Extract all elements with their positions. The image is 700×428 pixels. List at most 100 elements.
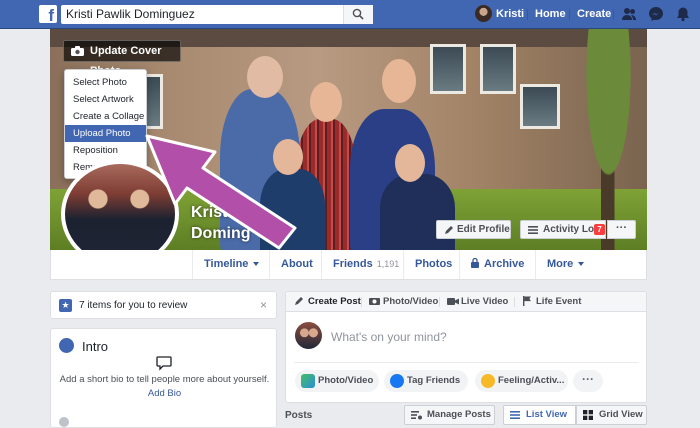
cover-person-head <box>310 82 342 122</box>
camera-icon <box>369 298 380 305</box>
menu-item-select-artwork[interactable]: Select Artwork <box>65 91 146 108</box>
tab-archive-label: Archive <box>484 258 525 270</box>
globe-icon <box>59 338 74 353</box>
user-name-link[interactable]: Kristi <box>496 8 524 20</box>
cover-window <box>430 44 466 94</box>
list-view-icon <box>510 411 520 419</box>
cover-window <box>480 44 516 94</box>
activity-log-badge: 7 <box>594 224 605 235</box>
photo-icon <box>301 374 315 388</box>
composer-avatar <box>295 322 322 349</box>
camera-icon <box>71 46 84 56</box>
manage-posts-label: Manage Posts <box>427 409 491 420</box>
cover-person-head <box>395 144 425 182</box>
tab-about-label: About <box>281 258 313 270</box>
search-icon <box>352 8 364 20</box>
close-icon[interactable]: × <box>260 298 267 312</box>
tag-friends-button[interactable]: Tag Friends <box>384 370 468 392</box>
menu-item-create-collage[interactable]: Create a Collage <box>65 108 146 125</box>
create-link[interactable]: Create <box>577 8 611 20</box>
search-button[interactable] <box>343 5 373 24</box>
smiley-icon <box>481 374 495 388</box>
chevron-down-icon <box>253 262 260 267</box>
life-event-label: Life Event <box>536 296 582 307</box>
divider <box>361 297 362 307</box>
activity-log-button[interactable]: Activity Log 7 <box>520 220 606 239</box>
composer-input[interactable]: What's on your mind? <box>331 330 447 344</box>
pencil-icon <box>445 226 453 234</box>
activity-log-label: Activity Log <box>543 224 601 235</box>
divider <box>514 297 515 307</box>
posts-heading: Posts <box>285 410 313 421</box>
menu-item-reposition[interactable]: Reposition <box>65 142 146 159</box>
tab-friends[interactable]: Friends 1,191 <box>321 250 410 279</box>
composer-more-button[interactable]: ··· <box>573 370 603 392</box>
tab-timeline-label: Timeline <box>204 258 249 270</box>
composer-tab-create-post[interactable]: Create Post <box>294 296 361 307</box>
add-bio-link[interactable]: Add Bio <box>51 388 278 399</box>
menu-item-upload-photo[interactable]: Upload Photo <box>65 125 146 142</box>
star-icon: ★ <box>59 299 72 312</box>
tab-more[interactable]: More <box>535 250 595 279</box>
list-icon <box>528 226 538 234</box>
photo-video-pill-label: Photo/Video <box>318 375 374 386</box>
composer-tab-live-video[interactable]: Live Video <box>447 296 508 307</box>
settings-list-icon <box>411 411 422 420</box>
lock-icon <box>471 257 479 268</box>
feeling-activity-label: Feeling/Activ... <box>498 375 565 386</box>
tab-more-label: More <box>547 258 574 270</box>
edit-profile-button[interactable]: Edit Profile <box>436 220 511 239</box>
tab-timeline[interactable]: Timeline <box>192 250 270 279</box>
menu-item-select-photo[interactable]: Select Photo <box>65 74 146 91</box>
cover-tree <box>570 29 647 250</box>
update-cover-photo-button[interactable]: Update Cover Photo <box>63 40 181 77</box>
facebook-logo-icon[interactable]: f <box>39 5 57 23</box>
speech-bubble-icon <box>156 356 172 371</box>
intro-card: Intro Add a short bio to tell people mor… <box>50 328 277 428</box>
live-video-label: Live Video <box>461 296 509 307</box>
list-view-button[interactable]: List View <box>503 405 576 425</box>
home-link[interactable]: Home <box>535 8 566 20</box>
grid-view-icon <box>583 410 593 420</box>
composer-tab-life-event[interactable]: Life Event <box>522 296 581 307</box>
notifications-bell-icon[interactable] <box>675 6 691 22</box>
user-avatar[interactable] <box>475 5 492 22</box>
composer-tabs: Create Post Photo/Video Live Video Life … <box>286 292 646 312</box>
tab-photos-label: Photos <box>415 258 453 270</box>
tab-archive[interactable]: Archive <box>459 250 535 279</box>
more-options-button[interactable]: ··· <box>607 220 636 239</box>
messenger-icon[interactable] <box>648 6 664 22</box>
flag-icon <box>523 296 531 306</box>
tab-photos[interactable]: Photos <box>403 250 463 279</box>
intro-item-icon <box>59 417 69 427</box>
photo-video-button[interactable]: Photo/Video <box>295 370 379 392</box>
friends-count: 1,191 <box>376 259 400 269</box>
tag-friends-icon <box>390 374 404 388</box>
tab-about[interactable]: About <box>269 250 324 279</box>
divider <box>569 9 570 20</box>
search-input[interactable]: Kristi Pawlik Dominguez <box>61 5 373 24</box>
video-camera-icon <box>447 298 459 305</box>
profile-tab-bar: Timeline About Friends 1,191 Photos Archi… <box>50 250 647 280</box>
divider <box>294 362 638 363</box>
edit-profile-label: Edit Profile <box>457 224 510 235</box>
review-text: 7 items for you to review <box>79 300 188 311</box>
cover-person-head <box>382 59 416 103</box>
composer-tab-photo-video[interactable]: Photo/Video <box>369 296 438 307</box>
grid-view-label: Grid View <box>599 409 643 420</box>
tag-friends-label: Tag Friends <box>407 375 461 386</box>
cover-window <box>520 84 560 129</box>
intro-title: Intro <box>82 339 109 354</box>
review-notice[interactable]: ★ 7 items for you to review × <box>50 291 277 319</box>
chevron-down-icon <box>578 262 585 267</box>
pencil-icon <box>295 297 303 305</box>
friend-requests-icon[interactable] <box>621 6 637 22</box>
annotation-arrow-icon <box>145 134 297 250</box>
feeling-activity-button[interactable]: Feeling/Activ... <box>475 370 568 392</box>
intro-description: Add a short bio to tell people more abou… <box>59 374 270 385</box>
manage-posts-button[interactable]: Manage Posts <box>404 405 495 425</box>
divider <box>527 9 528 20</box>
create-post-label: Create Post <box>308 296 361 307</box>
grid-view-button[interactable]: Grid View <box>576 405 647 425</box>
list-view-label: List View <box>526 409 568 420</box>
